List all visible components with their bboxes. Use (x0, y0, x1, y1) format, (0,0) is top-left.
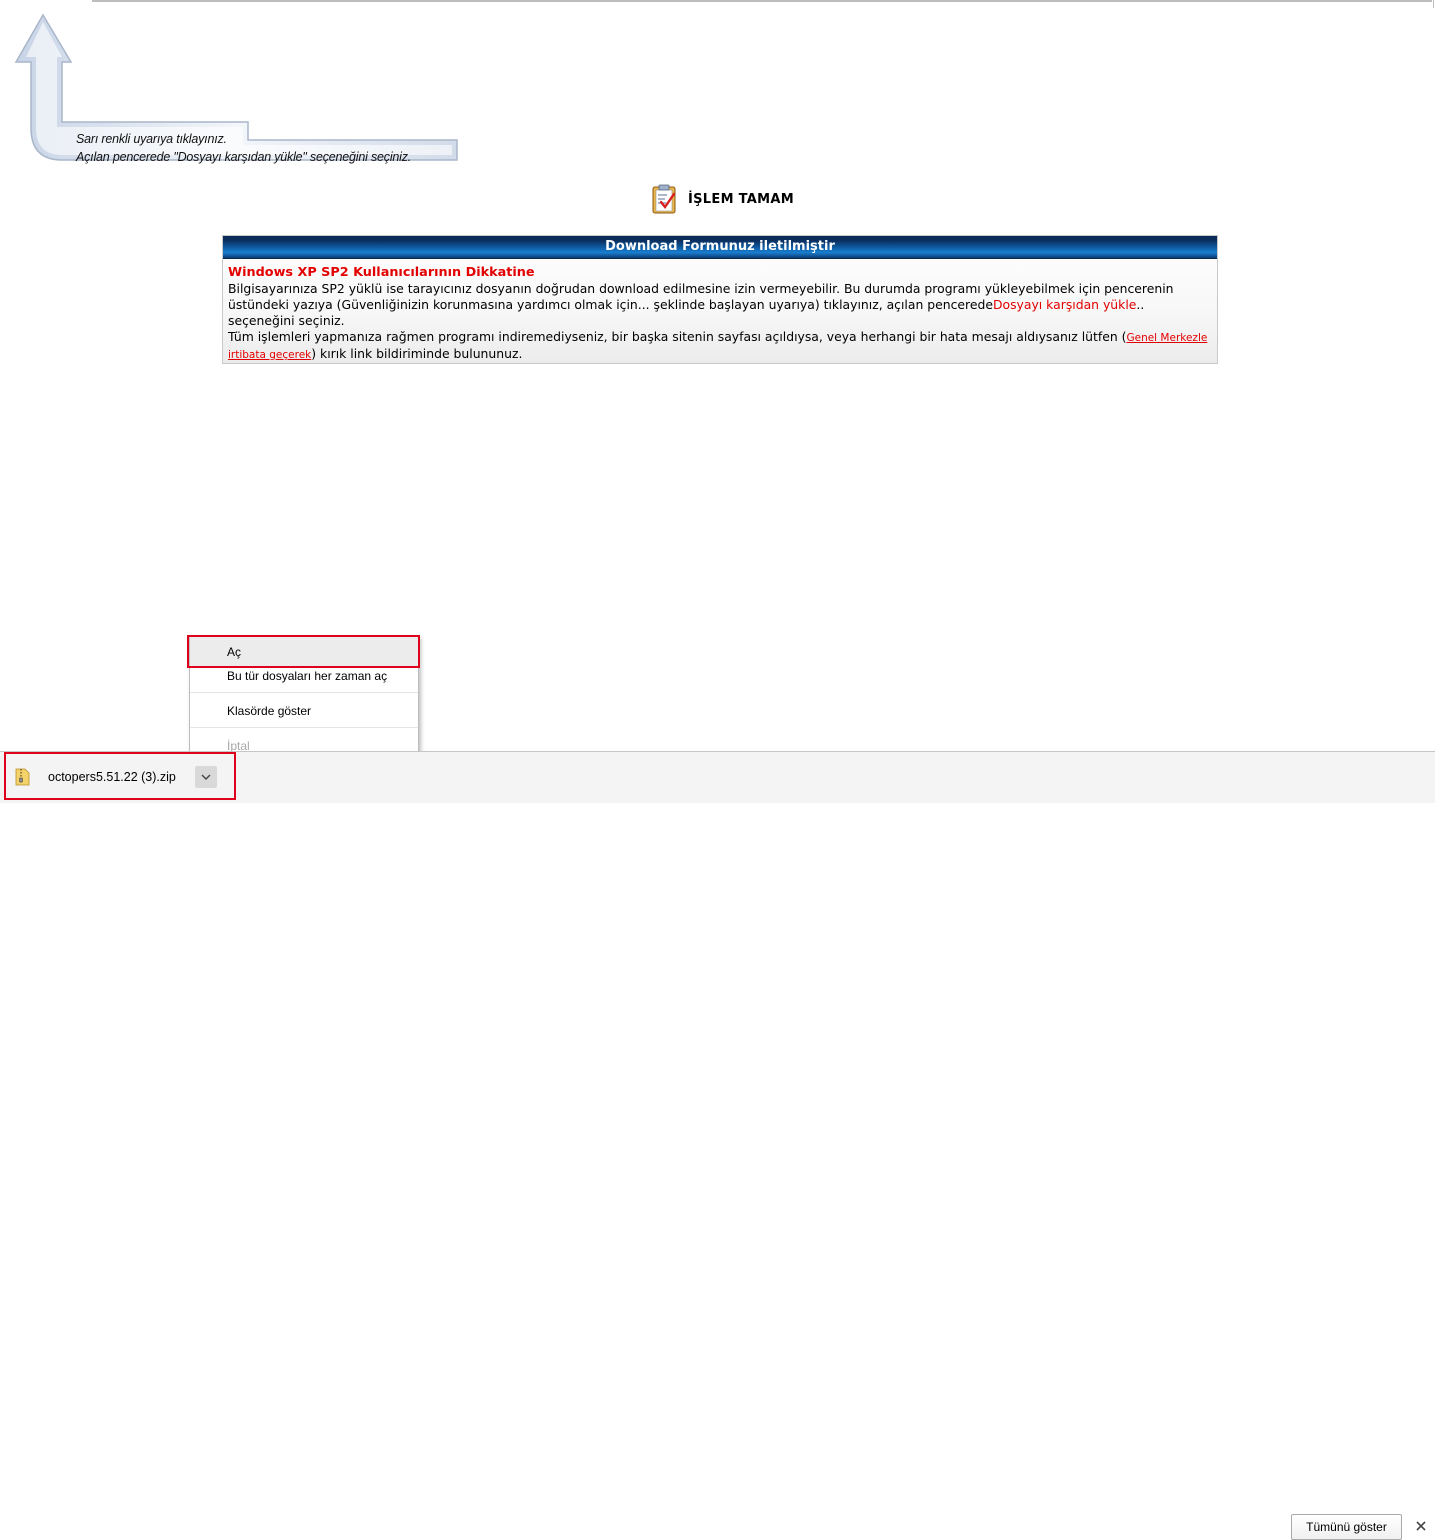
guide-arrow: Sarı renkli uyarıya tıklayınız. Açılan p… (0, 10, 470, 170)
instruction-highlight: Dosyayı karşıdan yükle (992, 297, 1137, 312)
download-item[interactable]: octopers5.51.22 (3).zip (14, 764, 176, 790)
menu-separator (190, 692, 418, 693)
instruction-paragraph: Bilgisayarınıza SP2 yüklü ise tarayıcını… (228, 281, 1212, 329)
menu-separator (190, 727, 418, 728)
support-end: ) kırık link bildiriminde bulununuz. (311, 346, 523, 361)
download-filename: octopers5.51.22 (3).zip (48, 770, 176, 784)
menu-item-show-in-folder[interactable]: Klasörde göster (190, 696, 418, 726)
top-divider-cap (1425, 0, 1434, 8)
zip-file-icon (15, 768, 30, 786)
download-context-menu: Aç Bu tür dosyaları her zaman aç Klasörd… (189, 636, 419, 759)
menu-item-always-open[interactable]: Bu tür dosyaları her zaman aç (190, 661, 418, 691)
warning-title: Windows XP SP2 Kullanıcılarının Dikkatin… (228, 265, 535, 280)
panel-header: Download Formunuz iletilmiştir (223, 236, 1217, 259)
show-all-downloads-button[interactable]: Tümünü göster (1291, 1514, 1402, 1540)
guide-line-2: Açılan pencerede "Dosyayı karşıdan yükle… (76, 150, 412, 164)
panel-body: Windows XP SP2 Kullanıcılarının Dikkatin… (223, 259, 1217, 363)
support-text: Tüm işlemleri yapmanıza rağmen programı … (228, 329, 1127, 344)
chevron-down-icon (201, 774, 211, 780)
arrow-up-icon (14, 13, 458, 161)
guide-line-1: Sarı renkli uyarıya tıklayınız. (76, 132, 227, 146)
top-divider (92, 0, 1432, 2)
download-options-button[interactable] (195, 766, 217, 788)
status-text: İŞLEM TAMAM (688, 191, 794, 207)
status-heading: İŞLEM TAMAM (648, 183, 794, 215)
download-info-panel: Download Formunuz iletilmiştir Windows X… (222, 235, 1218, 364)
checklist-icon (652, 184, 676, 214)
close-icon[interactable] (1413, 1518, 1429, 1534)
support-paragraph: Tüm işlemleri yapmanıza rağmen programı … (228, 329, 1212, 363)
download-bar: octopers5.51.22 (3).zip Tümünü göster (0, 751, 1435, 1540)
